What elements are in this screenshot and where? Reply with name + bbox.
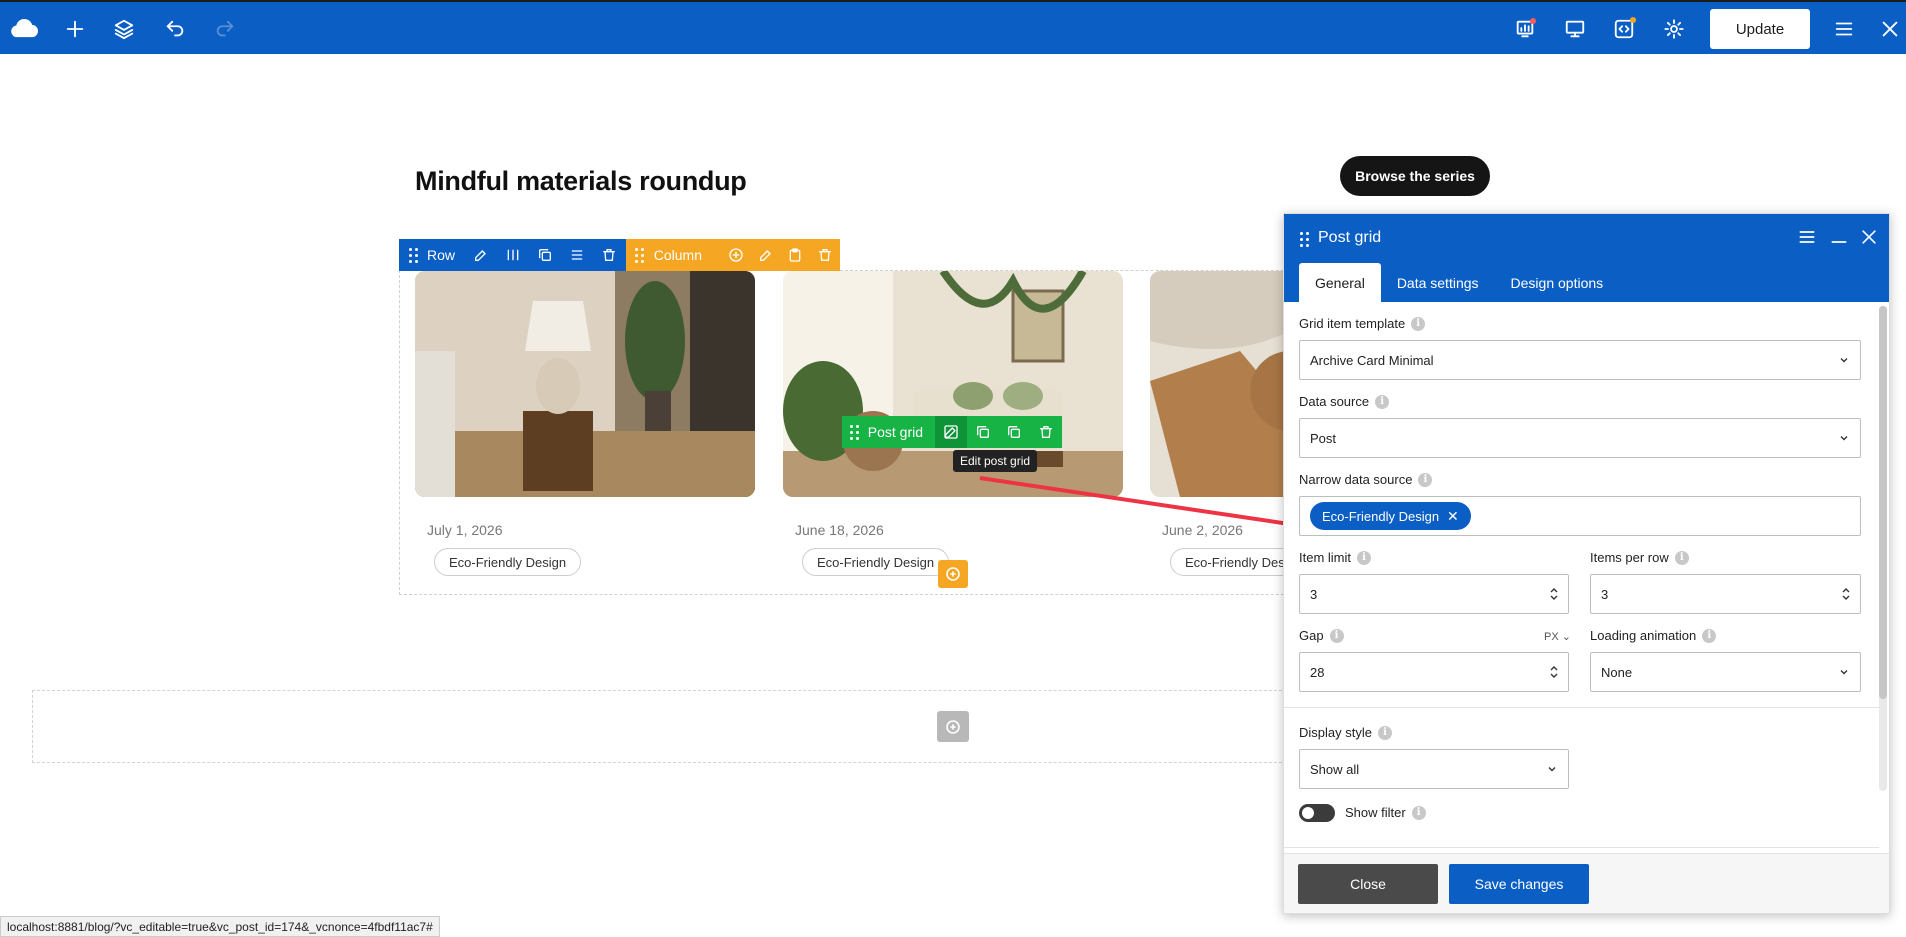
label-text: Narrow data source [1299,472,1413,487]
panel-header: Post grid General Data settings Design o… [1284,214,1889,302]
chevron-down-icon [1548,767,1556,772]
show-filter-toggle[interactable] [1299,804,1335,822]
chip-label: Eco-Friendly Design [1322,508,1440,524]
stepper-icon[interactable] [1549,663,1559,681]
label-text: Item limit [1299,550,1351,565]
item-limit-label: Item limit i [1299,550,1371,565]
select-value: Post [1310,430,1337,446]
panel-body: Grid item template i Archive Card Minima… [1284,302,1879,855]
label-text: Items per row [1590,550,1669,565]
info-icon[interactable]: i [1411,316,1426,331]
section-divider [1284,707,1879,708]
chevron-down-icon [1840,358,1848,363]
minimize-icon[interactable] [1828,226,1850,248]
input-value: 28 [1310,664,1325,680]
label-text: Show filter [1345,805,1406,820]
data-source-label: Data source i [1299,394,1390,409]
close-panel-icon[interactable] [1858,226,1880,248]
loading-animation-label: Loading animation i [1590,628,1717,643]
label-text: Gap [1299,628,1324,643]
tab-data-settings[interactable]: Data settings [1381,263,1495,302]
select-value: None [1601,664,1633,680]
show-filter-label: Show filter i [1345,805,1426,820]
info-icon[interactable]: i [1357,550,1371,565]
narrow-data-source-input[interactable]: Eco-Friendly Design ✕ [1299,496,1861,536]
close-button[interactable]: Close [1298,864,1438,904]
save-changes-button[interactable]: Save changes [1449,864,1589,904]
tab-general[interactable]: General [1299,263,1381,302]
section-divider [1284,847,1879,848]
gap-input[interactable]: 28 [1299,652,1569,692]
status-bar-url: localhost:8881/blog/?vc_editable=true&vc… [0,916,440,937]
label-text: Data source [1299,394,1370,409]
info-icon[interactable]: i [1411,805,1426,820]
info-icon[interactable]: i [1702,628,1717,643]
tab-design-options[interactable]: Design options [1495,263,1620,302]
narrow-data-source-label: Narrow data source i [1299,472,1433,487]
chevron-down-icon [1840,670,1848,675]
remove-chip-icon[interactable]: ✕ [1447,509,1459,523]
display-style-select[interactable]: Show all [1299,749,1569,789]
panel-footer: Close Save changes [1284,853,1889,913]
taxonomy-chip: Eco-Friendly Design ✕ [1310,502,1471,530]
panel-scrollbar-thumb[interactable] [1879,306,1887,699]
item-limit-input[interactable]: 3 [1299,574,1569,614]
label-text: Grid item template [1299,316,1406,331]
data-source-select[interactable]: Post [1299,418,1861,458]
items-per-row-label: Items per row i [1590,550,1689,565]
label-text: Display style [1299,725,1372,740]
post-grid-settings-panel: Post grid General Data settings Design o… [1283,213,1890,914]
info-icon[interactable]: i [1674,550,1689,565]
select-value: Archive Card Minimal [1310,352,1434,368]
stepper-icon[interactable] [1841,585,1851,603]
panel-drag-handle[interactable] [1300,232,1309,247]
add-row-button[interactable] [937,711,969,742]
stepper-icon[interactable] [1549,585,1559,603]
input-value: 3 [1310,586,1318,602]
items-per-row-input[interactable]: 3 [1590,574,1861,614]
info-icon[interactable]: i [1377,725,1392,740]
empty-row-placeholder [32,690,1322,763]
info-icon[interactable]: i [1375,394,1390,409]
grid-item-template-label: Grid item template i [1299,316,1426,331]
unit-value: PX [1544,631,1559,643]
input-value: 3 [1601,586,1609,602]
gap-label: Gap i [1299,628,1344,643]
panel-tabs: General Data settings Design options [1299,263,1619,302]
info-icon[interactable]: i [1418,472,1433,487]
panel-title: Post grid [1318,229,1382,246]
gap-unit-select[interactable]: PX ⌄ [1544,630,1571,643]
loading-animation-select[interactable]: None [1590,652,1861,692]
info-icon[interactable]: i [1329,628,1344,643]
chevron-down-icon [1840,436,1848,441]
panel-menu-icon[interactable] [1796,226,1818,248]
label-text: Loading animation [1590,628,1697,643]
grid-item-template-select[interactable]: Archive Card Minimal [1299,340,1861,380]
select-value: Show all [1310,761,1360,777]
display-style-label: Display style i [1299,725,1392,740]
